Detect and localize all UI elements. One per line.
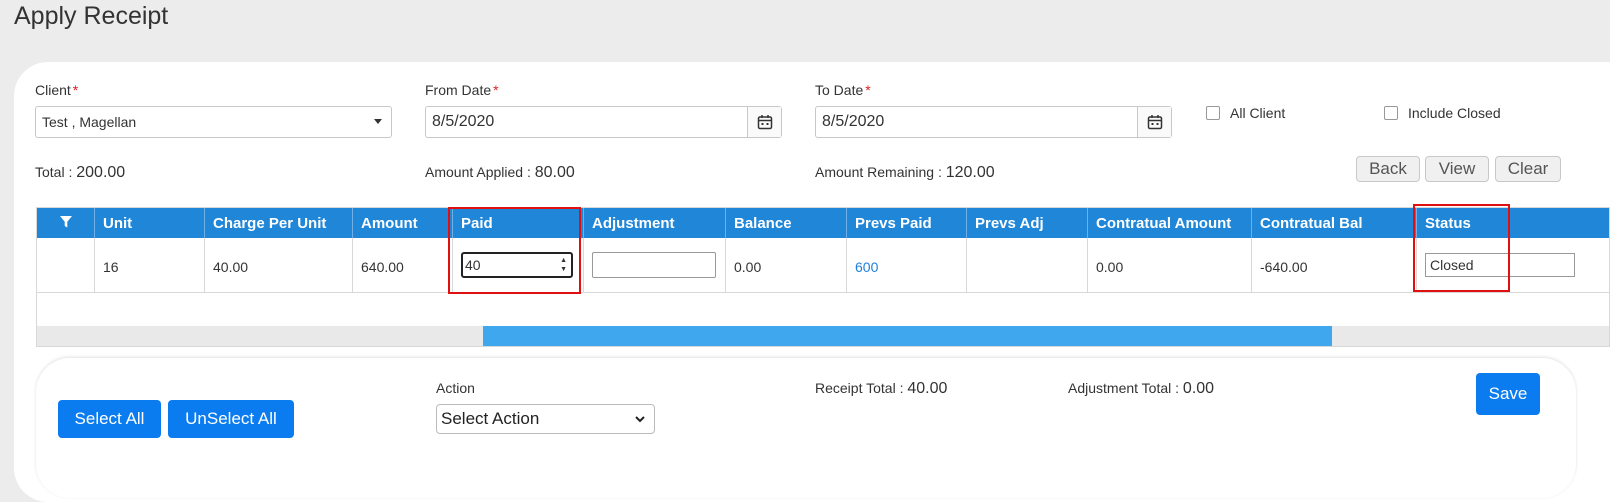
spinner-icon[interactable]: ▲ ▼ xyxy=(560,256,567,274)
horizontal-scrollbar[interactable] xyxy=(37,326,1609,346)
include-closed-checkbox[interactable] xyxy=(1384,106,1398,120)
required-mark: * xyxy=(493,82,499,98)
column-header-charge-per-unit[interactable]: Charge Per Unit xyxy=(205,208,353,238)
amount-applied-summary: Amount Applied : 80.00 xyxy=(425,164,575,181)
cell-prevs-adj xyxy=(967,238,1088,293)
clear-button[interactable]: Clear xyxy=(1495,156,1561,182)
view-button[interactable]: View xyxy=(1425,156,1489,182)
calendar-icon[interactable] xyxy=(1137,107,1171,137)
back-button[interactable]: Back xyxy=(1356,156,1420,182)
required-mark: * xyxy=(865,82,871,98)
receipt-total-value: 40.00 xyxy=(907,380,948,397)
cell-amount: 640.00 xyxy=(353,238,453,293)
column-header-balance[interactable]: Balance xyxy=(726,208,847,238)
chevron-down-icon xyxy=(634,410,646,430)
cell-contratual-amount: 0.00 xyxy=(1088,238,1252,293)
receipt-grid: Unit Charge Per Unit Amount Paid Adjustm… xyxy=(36,207,1610,347)
column-header-contratual-bal[interactable]: Contratual Bal xyxy=(1252,208,1417,238)
all-client-label: All Client xyxy=(1230,105,1286,121)
page-title: Apply Receipt xyxy=(14,2,169,30)
status-input[interactable]: Closed xyxy=(1425,253,1575,277)
from-date-input[interactable]: 8/5/2020 xyxy=(426,107,747,137)
paid-input[interactable]: 40 ▲ ▼ xyxy=(461,252,573,278)
cell-charge-per-unit: 40.00 xyxy=(205,238,353,293)
action-label: Action xyxy=(436,380,475,396)
table-row[interactable]: 16 40.00 640.00 0.00 600 0.00 -640.00 40… xyxy=(37,238,1609,293)
receipt-total: Receipt Total : 40.00 xyxy=(815,380,948,397)
from-date-field[interactable]: 8/5/2020 xyxy=(425,106,782,138)
column-header-paid[interactable]: Paid xyxy=(453,208,584,238)
column-header-adjustment[interactable]: Adjustment xyxy=(584,208,726,238)
row-select-cell[interactable] xyxy=(37,238,95,293)
cell-balance: 0.00 xyxy=(726,238,847,293)
column-header-unit[interactable]: Unit xyxy=(95,208,205,238)
adjustment-input[interactable] xyxy=(592,252,716,278)
unselect-all-button[interactable]: UnSelect All xyxy=(168,400,294,438)
total-summary: Total : 200.00 xyxy=(35,164,126,181)
select-all-button[interactable]: Select All xyxy=(58,400,161,438)
total-value: 200.00 xyxy=(76,164,126,181)
column-header-amount[interactable]: Amount xyxy=(353,208,453,238)
save-button[interactable]: Save xyxy=(1476,373,1540,415)
required-mark: * xyxy=(72,82,79,98)
client-label: Client * xyxy=(35,82,79,98)
amount-applied-value: 80.00 xyxy=(534,164,575,181)
column-header-status[interactable]: Status xyxy=(1417,208,1609,238)
column-header-contratual-amount[interactable]: Contratual Amount xyxy=(1088,208,1252,238)
column-header-prevs-paid[interactable]: Prevs Paid xyxy=(847,208,967,238)
to-date-input[interactable]: 8/5/2020 xyxy=(816,107,1137,137)
action-select[interactable]: Select Action xyxy=(436,404,655,434)
amount-remaining-summary: Amount Remaining : 120.00 xyxy=(815,164,995,181)
include-closed-label: Include Closed xyxy=(1408,105,1501,121)
prevs-paid-link[interactable]: 600 xyxy=(847,238,967,293)
from-date-label: From Date * xyxy=(425,82,499,98)
to-date-field[interactable]: 8/5/2020 xyxy=(815,106,1172,138)
calendar-icon[interactable] xyxy=(747,107,781,137)
grid-header: Unit Charge Per Unit Amount Paid Adjustm… xyxy=(37,208,1609,238)
scrollbar-thumb[interactable] xyxy=(483,326,1332,346)
adjustment-total: Adjustment Total : 0.00 xyxy=(1068,380,1215,397)
to-date-label: To Date * xyxy=(815,82,871,98)
adjustment-total-value: 0.00 xyxy=(1182,380,1215,397)
amount-remaining-value: 120.00 xyxy=(945,164,995,181)
client-select[interactable]: Test , Magellan xyxy=(35,106,392,138)
cell-unit: 16 xyxy=(95,238,205,293)
cell-contratual-bal: -640.00 xyxy=(1252,238,1417,293)
column-header-prevs-adj[interactable]: Prevs Adj xyxy=(967,208,1088,238)
filter-icon[interactable] xyxy=(37,208,95,238)
chevron-down-icon xyxy=(374,119,382,124)
all-client-checkbox[interactable] xyxy=(1206,106,1220,120)
